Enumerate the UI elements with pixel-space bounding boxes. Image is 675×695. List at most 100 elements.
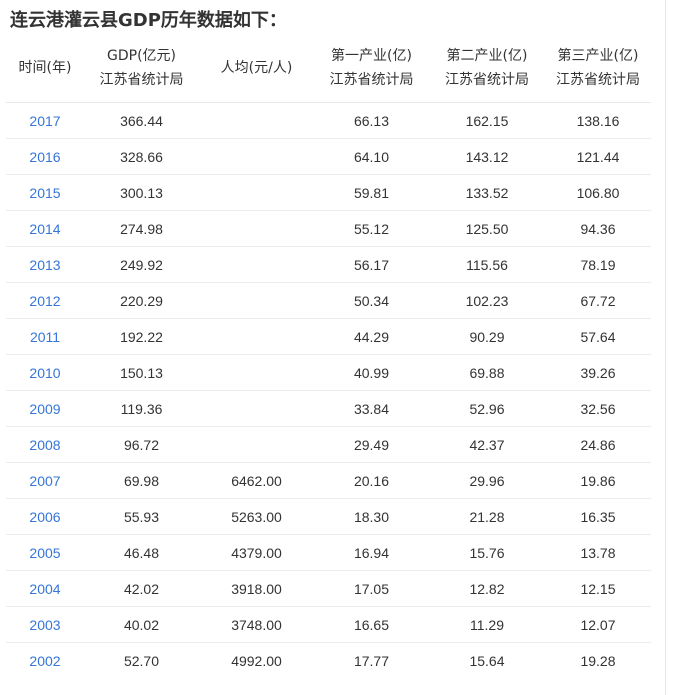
cell-secondary: 11.29 [429,606,545,643]
cell-secondary: 52.96 [429,390,545,427]
cell-tertiary: 67.72 [545,282,651,319]
cell-year[interactable]: 2015 [6,174,84,211]
header-row: 时间(年) GDP(亿元) 江苏省统计局 人均(元/人) 第一产业(亿) 江苏省… [6,34,651,103]
header-tertiary-label: 第三产业(亿) [557,48,639,64]
cell-per-capita: 4379.00 [199,534,314,571]
cell-primary: 50.34 [314,282,429,319]
header-year: 时间(年) [6,34,84,103]
cell-year[interactable]: 2009 [6,390,84,427]
header-secondary: 第二产业(亿) 江苏省统计局 [429,34,545,103]
cell-per-capita: 6462.00 [199,462,314,499]
header-primary: 第一产业(亿) 江苏省统计局 [314,34,429,103]
cell-tertiary: 106.80 [545,174,651,211]
header-gdp-source: 江苏省统计局 [99,72,184,88]
cell-secondary: 125.50 [429,210,545,247]
header-gdp: GDP(亿元) 江苏省统计局 [84,34,199,103]
cell-primary: 66.13 [314,102,429,139]
cell-secondary: 69.88 [429,354,545,391]
cell-tertiary: 12.15 [545,570,651,607]
cell-per-capita [199,390,314,427]
cell-primary: 64.10 [314,138,429,175]
cell-gdp: 69.98 [84,462,199,499]
cell-year[interactable]: 2003 [6,606,84,643]
cell-year[interactable]: 2013 [6,246,84,283]
cell-tertiary: 138.16 [545,102,651,139]
cell-year[interactable]: 2010 [6,354,84,391]
cell-per-capita: 5263.00 [199,498,314,535]
cell-secondary: 29.96 [429,462,545,499]
header-per-capita-label: 人均(元/人) [220,60,293,76]
table-row: 2014 274.98 55.12 125.50 94.36 [6,210,651,247]
header-year-label: 时间(年) [18,60,72,76]
cell-primary: 40.99 [314,354,429,391]
cell-secondary: 115.56 [429,246,545,283]
cell-gdp: 42.02 [84,570,199,607]
cell-year[interactable]: 2016 [6,138,84,175]
cell-primary: 17.77 [353,652,390,669]
cell-primary: 20.16 [314,462,429,499]
cell-primary: 18.30 [314,498,429,535]
cell-gdp: 300.13 [84,174,199,211]
cell-year[interactable]: 2008 [6,426,84,463]
table-row: 2008 96.72 29.49 42.37 24.86 [6,426,651,463]
cell-year[interactable]: 2012 [6,282,84,319]
cell-year[interactable]: 2017 [6,102,84,139]
table-row: 2010 150.13 40.99 69.88 39.26 [6,354,651,391]
cell-tertiary: 78.19 [545,246,651,283]
cell-gdp: 150.13 [84,354,199,391]
cell-primary: 16.65 [314,606,429,643]
cell-tertiary: 19.86 [545,462,651,499]
cell-per-capita [199,354,314,391]
table-header: 时间(年) GDP(亿元) 江苏省统计局 人均(元/人) 第一产业(亿) 江苏省… [6,34,651,103]
cell-secondary: 143.12 [429,138,545,175]
header-secondary-source: 江苏省统计局 [445,72,529,88]
cell-primary: 56.17 [314,246,429,283]
header-per-capita: 人均(元/人) [199,34,314,103]
cell-tertiary: 39.26 [545,354,651,391]
cell-secondary: 12.82 [429,570,545,607]
cell-gdp: 55.93 [84,498,199,535]
cell-per-capita: 3748.00 [199,606,314,643]
cell-per-capita [199,426,314,463]
cell-primary: 44.29 [314,318,429,355]
table-row: 2009 119.36 33.84 52.96 32.56 [6,390,651,427]
cell-year[interactable]: 2007 [6,462,84,499]
header-tertiary: 第三产业(亿) 江苏省统计局 [545,34,651,103]
header-secondary-label: 第二产业(亿) [446,48,528,64]
cell-gdp: 40.02 [84,606,199,643]
cell-year[interactable]: 2006 [6,498,84,535]
cell-tertiary: 32.56 [545,390,651,427]
gdp-table: 时间(年) GDP(亿元) 江苏省统计局 人均(元/人) 第一产业(亿) 江苏省… [6,34,651,678]
cell-year[interactable]: 2005 [6,534,84,571]
table-row: 2002 52.70 4992.00 17.77 15.64 19.28 [6,643,651,679]
content-divider [665,0,666,695]
cell-secondary: 15.76 [429,534,545,571]
table-row: 2017 366.44 66.13 162.15 138.16 [6,102,651,139]
cell-year[interactable]: 2002 [6,643,84,679]
cell-year[interactable]: 2014 [6,210,84,247]
cell-gdp: 366.44 [84,102,199,139]
table-row: 2005 46.48 4379.00 16.94 15.76 13.78 [6,534,651,571]
cell-tertiary: 121.44 [545,138,651,175]
table-row: 2003 40.02 3748.00 16.65 11.29 12.07 [6,606,651,643]
table-row: 2013 249.92 56.17 115.56 78.19 [6,246,651,283]
cell-tertiary: 57.64 [545,318,651,355]
cell-primary: 17.05 [314,570,429,607]
cell-gdp: 328.66 [84,138,199,175]
cell-per-capita [199,246,314,283]
cell-gdp: 52.70 [123,652,160,669]
cell-year[interactable]: 2004 [6,570,84,607]
cell-gdp: 274.98 [84,210,199,247]
cell-per-capita [199,318,314,355]
cell-gdp: 46.48 [84,534,199,571]
cell-year[interactable]: 2011 [6,318,84,355]
cell-secondary: 21.28 [429,498,545,535]
cell-secondary: 162.15 [429,102,545,139]
cell-per-capita: 3918.00 [199,570,314,607]
cell-gdp: 249.92 [84,246,199,283]
table-row: 2015 300.13 59.81 133.52 106.80 [6,174,651,211]
cell-primary: 55.12 [314,210,429,247]
cell-tertiary: 13.78 [545,534,651,571]
cell-secondary: 42.37 [429,426,545,463]
cell-secondary: 15.64 [469,652,505,669]
